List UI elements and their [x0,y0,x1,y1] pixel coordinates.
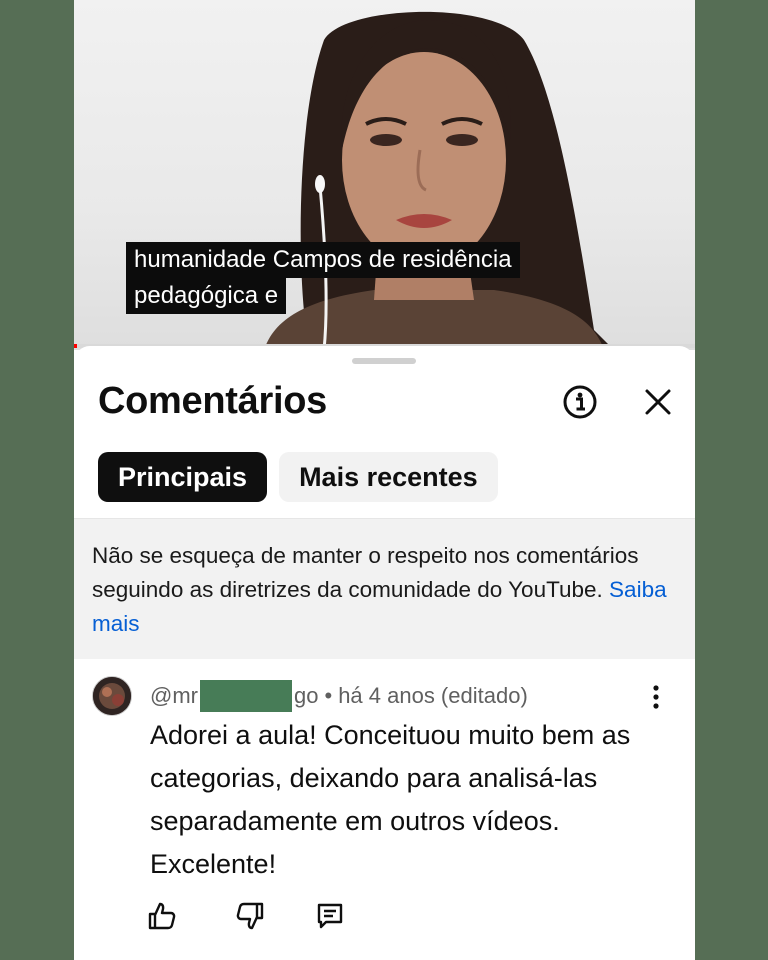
info-button[interactable] [562,384,598,420]
community-guidelines-notice: Não se esqueça de manter o respeito nos … [74,518,695,659]
video-progress-fill [74,344,78,348]
tab-mais-recentes[interactable]: Mais recentes [279,452,498,502]
caption-line-2: pedagógica e [126,278,287,314]
like-icon [148,902,176,930]
video-caption: humanidade Campos de residência pedagógi… [126,242,520,314]
like-button[interactable] [146,900,178,932]
reply-icon [317,903,343,929]
more-vert-icon [653,685,659,709]
comment-timestamp[interactable]: há 4 anos (editado) [338,683,528,709]
video-player[interactable]: humanidade Campos de residência pedagógi… [74,0,695,350]
close-button[interactable] [640,384,676,420]
close-icon [645,389,671,415]
phone-screen: humanidade Campos de residência pedagógi… [74,0,695,960]
redaction-block [200,680,292,712]
comment-more-button[interactable] [644,682,668,712]
notice-text: Não se esqueça de manter o respeito nos … [92,543,639,602]
avatar[interactable] [92,676,132,716]
tab-principais[interactable]: Principais [98,452,268,502]
comment-author-handle-end[interactable]: go [294,683,318,709]
comment-meta: @mr go • há 4 anos (editado) [150,680,528,712]
dislike-icon [236,902,264,930]
comments-title: Comentários [98,380,327,422]
reply-button[interactable] [314,900,346,932]
drag-handle[interactable] [352,358,416,364]
comment-author-handle-start[interactable]: @mr [150,683,198,709]
meta-separator: • [324,683,333,708]
caption-line-1: humanidade Campos de residência [126,242,520,278]
avatar-image [93,677,131,715]
comment-sort-tabs: Principais Mais recentes [98,452,498,502]
info-icon [563,385,597,419]
comment-text: Adorei a aula! Conceituou muito bem as c… [150,720,631,879]
comments-sheet: Comentários Principais Mais recentes Não… [74,346,695,960]
dislike-button[interactable] [234,900,266,932]
